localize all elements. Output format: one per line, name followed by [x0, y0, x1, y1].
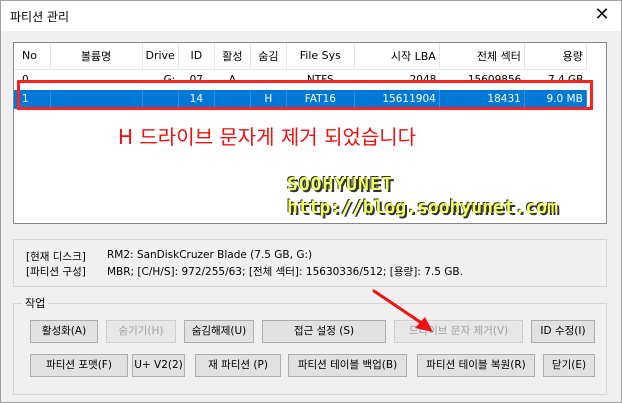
col-volume[interactable]: 볼륨명: [50, 43, 143, 70]
annotation-text: H 드라이브 문자게 제거 되었습니다: [118, 125, 417, 149]
restore-table-button[interactable]: 파티션 테이블 복원(R): [417, 354, 535, 377]
disk-info-panel: [현재 디스크] RM2: SanDiskCruzer Blade (7.5 G…: [13, 239, 607, 287]
close-icon[interactable]: ✕: [591, 4, 613, 26]
window-title: 파티션 관리: [10, 10, 70, 24]
current-disk-label: [현재 디스크]: [26, 251, 86, 263]
watermark-line2: http://blog.soohyunet.com: [287, 197, 558, 218]
actions-group-label: 작업: [22, 295, 49, 311]
partition-config-label: [파티션 구성]: [26, 266, 86, 278]
current-disk-value: RM2: SanDiskCruzer Blade (7.5 GB, G:): [107, 249, 313, 261]
col-hidden[interactable]: 숨김: [250, 43, 287, 70]
col-filesys[interactable]: File Sys: [286, 43, 355, 70]
access-settings-button[interactable]: 접근 설정 (S): [262, 320, 386, 343]
col-no[interactable]: No: [14, 43, 51, 70]
col-total-sectors[interactable]: 전체 섹터: [439, 43, 525, 70]
unhide-button[interactable]: 숨김해제(U): [184, 320, 254, 343]
activate-button[interactable]: 활성화(A): [30, 320, 98, 343]
format-partition-button[interactable]: 파티션 포맷(F): [30, 354, 128, 377]
uv2-button[interactable]: U+ V2(2): [132, 354, 185, 377]
col-active[interactable]: 활성: [214, 43, 251, 70]
table-header: No 볼륨명 Drive ID 활성 숨김 File Sys 시작 LBA 전체…: [14, 43, 587, 70]
col-id[interactable]: ID: [178, 43, 215, 70]
partition-config-value: MBR; [C/H/S]: 972/255/63; [전체 섹터]: 15630…: [107, 266, 463, 278]
backup-table-button[interactable]: 파티션 테이블 백업(B): [288, 354, 407, 377]
id-edit-button[interactable]: ID 수정(I): [531, 320, 595, 343]
repartition-button[interactable]: 재 파티션 (P): [195, 354, 281, 377]
hide-button[interactable]: 숨기기(H): [106, 320, 176, 343]
actions-group: [13, 303, 607, 395]
highlight-box: [17, 80, 593, 110]
col-drive[interactable]: Drive: [142, 43, 179, 70]
title-bar: 파티션 관리 ✕: [1, 1, 621, 31]
watermark-line1: SOOHYUNET: [287, 174, 394, 195]
col-start-lba[interactable]: 시작 LBA: [354, 43, 440, 70]
partition-manager-window: 파티션 관리 ✕ No 볼륨명 Drive ID 활성 숨김 File Sys …: [0, 0, 622, 403]
col-capacity[interactable]: 용량: [524, 43, 587, 70]
close-button[interactable]: 닫기(E): [543, 354, 595, 377]
red-arrow-icon: [372, 289, 433, 332]
